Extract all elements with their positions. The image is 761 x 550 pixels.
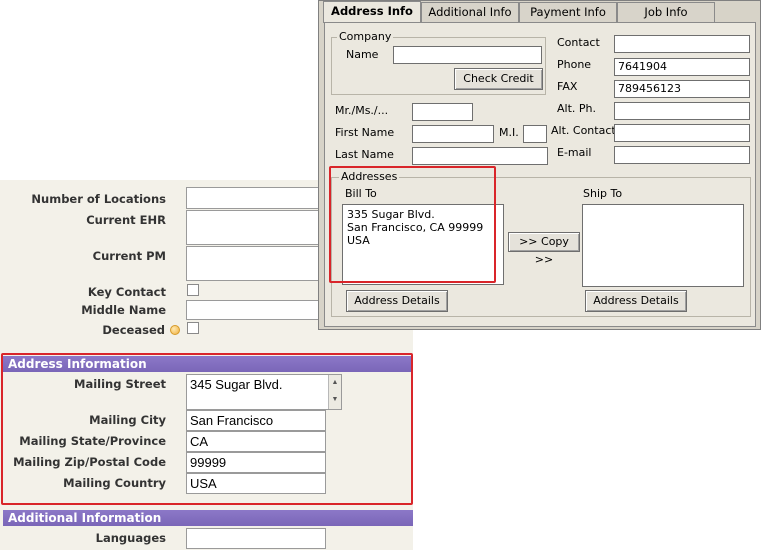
current-ehr-label: Current EHR [86,213,166,227]
company-group-title: Company [337,30,394,43]
current-pm-textarea[interactable] [186,246,326,281]
tab-job-info[interactable]: Job Info [617,2,715,22]
contact-label: Contact [557,36,600,49]
phone-input[interactable]: 7641904 [614,58,750,76]
current-ehr-textarea[interactable] [186,210,326,245]
key-contact-checkbox[interactable] [187,284,199,296]
help-info-icon[interactable] [170,325,180,335]
ship-to-label: Ship To [583,187,623,200]
email-input[interactable] [614,146,750,164]
tab-payment-info[interactable]: Payment Info [519,2,617,22]
salutation-label: Mr./Ms./... [335,104,389,117]
bill-to-highlight [329,166,496,283]
ship-address-details-button[interactable]: Address Details [585,290,687,312]
current-pm-label: Current PM [92,249,166,263]
key-contact-label: Key Contact [87,285,166,299]
number-of-locations-input[interactable] [186,187,326,209]
ship-to-textarea[interactable] [582,204,744,287]
middle-name-label: Middle Name [81,303,166,317]
tab-address-info[interactable]: Address Info [323,1,421,23]
phone-label: Phone [557,58,592,71]
address-section-highlight [1,353,413,505]
first-name-label: First Name [335,126,395,139]
bill-address-details-button[interactable]: Address Details [346,290,448,312]
company-name-input[interactable] [393,46,542,64]
company-name-label: Name [346,48,379,61]
salutation-input[interactable] [412,103,473,121]
last-name-label: Last Name [335,148,394,161]
number-of-locations-label: Number of Locations [31,192,166,206]
deceased-checkbox[interactable] [187,322,199,334]
alt-phone-label: Alt. Ph. [557,102,596,115]
deceased-label: Deceased [102,323,165,337]
alt-contact-input[interactable] [614,124,750,142]
alt-contact-label: Alt. Contact [551,124,616,137]
fax-label: FAX [557,80,578,93]
tab-additional-info[interactable]: Additional Info [421,2,519,22]
copy-address-button[interactable]: >> Copy >> [508,232,580,266]
middle-name-input[interactable] [186,300,326,320]
last-name-input[interactable] [412,147,548,165]
fax-input[interactable]: 789456123 [614,80,750,98]
first-name-input[interactable] [412,125,494,143]
middle-initial-label: M.I. [499,126,519,139]
alt-phone-input[interactable] [614,102,750,120]
contact-input[interactable] [614,35,750,53]
email-label: E-mail [557,146,592,159]
additional-information-header: Additional Information [3,510,413,526]
middle-initial-input[interactable] [523,125,547,143]
check-credit-button[interactable]: Check Credit [454,68,543,90]
languages-input[interactable] [186,528,326,549]
languages-label: Languages [95,531,166,545]
